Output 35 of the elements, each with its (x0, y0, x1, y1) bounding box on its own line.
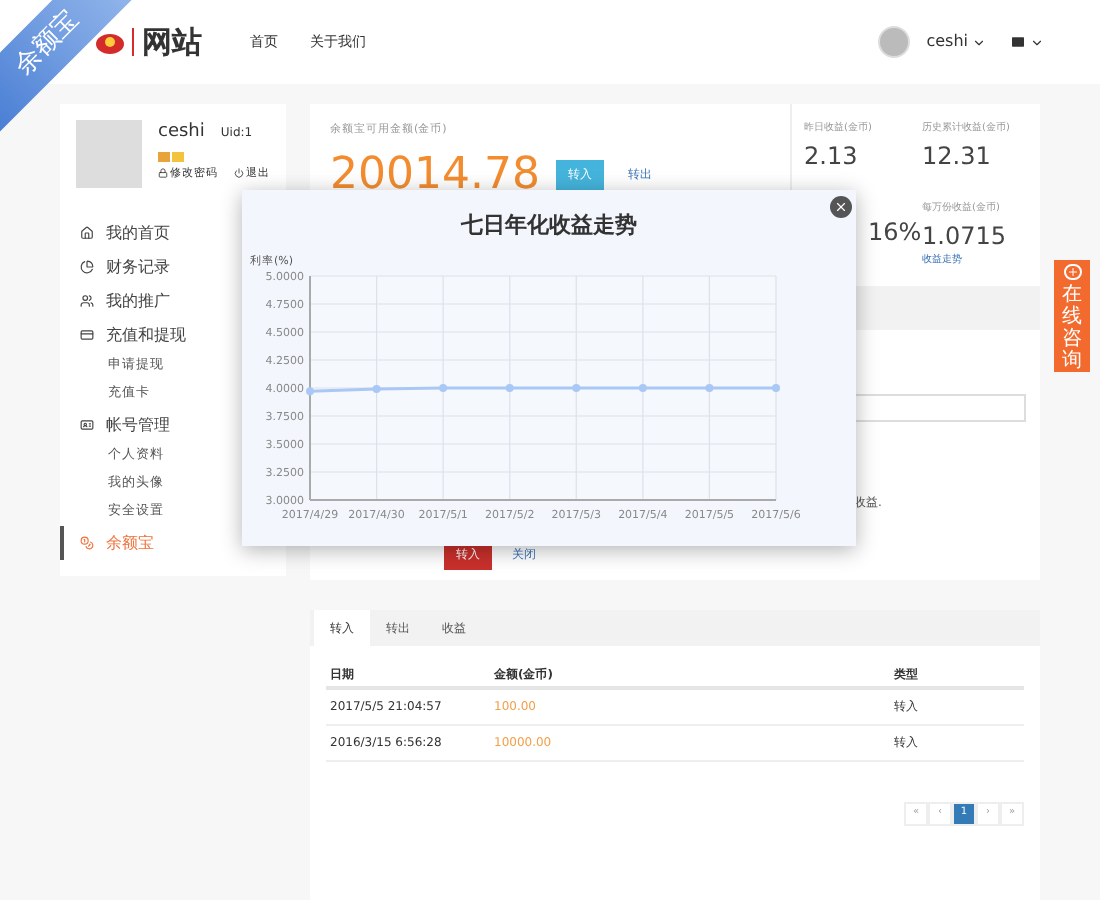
data-point (372, 385, 381, 394)
data-point (772, 384, 780, 392)
data-point (705, 384, 714, 392)
menu-icon (80, 418, 94, 432)
close-icon (834, 200, 848, 214)
consult-text: 在线咨询 (1062, 284, 1082, 372)
caret-icon (972, 35, 986, 49)
stat-value: 16% (866, 216, 922, 251)
stat-value: 1.0715 (922, 219, 1008, 253)
profile-photo-placeholder (76, 120, 142, 188)
sidebar-item[interactable]: 我的首页 (60, 216, 286, 250)
stat-value: 2.13 (804, 139, 860, 173)
menu-icon (80, 294, 94, 308)
data-point (439, 384, 448, 392)
lock-icon (158, 168, 168, 179)
mail-menu[interactable] (1010, 34, 1044, 50)
caret-icon (1030, 35, 1044, 49)
plus-icon (1063, 264, 1081, 280)
menu-icon (80, 226, 94, 240)
logo-text: 网站 (142, 21, 202, 64)
logo-icon (96, 30, 124, 54)
mail-icon (1010, 34, 1026, 50)
menu-icon (80, 260, 94, 274)
menu-icon (80, 536, 94, 550)
user-menu[interactable]: ceshi (926, 30, 986, 54)
stat-value: 12.31 (922, 139, 993, 173)
username: ceshi (158, 120, 205, 146)
data-point (505, 384, 514, 392)
power-icon (234, 168, 244, 179)
data-point (306, 387, 314, 396)
balance-amount: 20014.78 (330, 148, 540, 205)
menu-icon (80, 328, 94, 342)
modal-title: 七日年化收益走势 (461, 210, 637, 242)
data-point (572, 384, 581, 392)
data-point (638, 384, 647, 392)
